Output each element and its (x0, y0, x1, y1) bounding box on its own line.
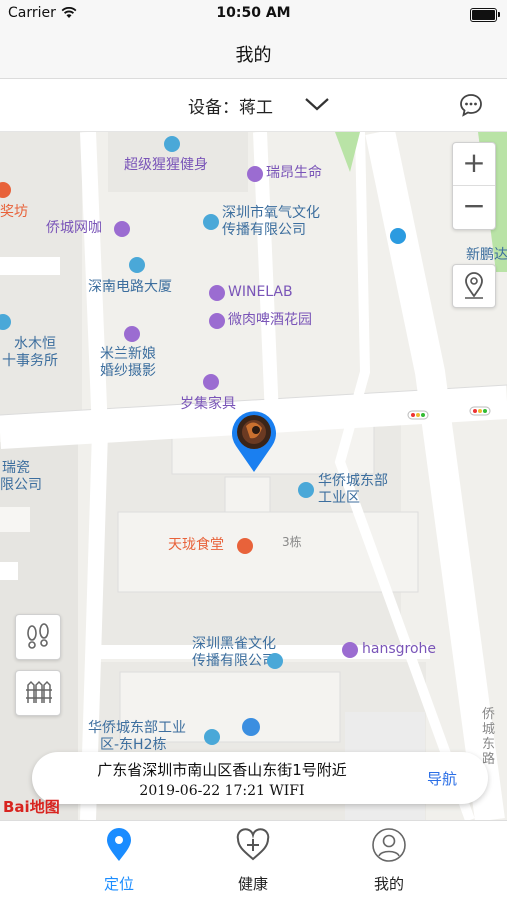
poi-label[interactable]: 奖坊 (0, 204, 28, 221)
location-timestamp: 2019-06-22 17:21 WIFI (139, 783, 305, 799)
locate-button[interactable] (452, 264, 496, 308)
device-selector-bar: 设备：蒋工 (0, 79, 507, 132)
footprints-icon (27, 623, 49, 649)
page-title: 我的 (235, 45, 272, 66)
person-icon (372, 828, 406, 862)
tab-label: 健康 (237, 875, 268, 893)
heart-plus-icon (236, 828, 270, 861)
navigate-button[interactable]: 导航 (427, 768, 457, 789)
poi-label[interactable]: 华侨城东部 (318, 473, 388, 490)
poi-label[interactable]: 米兰新娘 (100, 346, 156, 363)
tab-label: 我的 (373, 875, 404, 893)
map-view[interactable]: 超级猩猩健身 瑞昂生命 侨城网咖 深圳市氧气文化 传播有限公司 深南电路大厦 W… (0, 132, 507, 820)
poi-label[interactable]: hansgrohe (362, 641, 436, 658)
poi-label[interactable]: WINELAB (228, 284, 293, 301)
tab-label: 定位 (103, 875, 134, 893)
poi-label[interactable]: 限公司 (0, 477, 42, 494)
poi-label[interactable]: 超级猩猩健身 (124, 157, 208, 174)
road-label: 侨城东路 (482, 707, 496, 767)
poi-label[interactable]: 华侨城东部工业 (88, 720, 186, 737)
poi-label[interactable]: 传播有限公司 (222, 222, 306, 239)
poi-label[interactable]: 婚纱摄影 (100, 363, 156, 380)
chevron-down-icon[interactable] (304, 96, 330, 112)
poi-label[interactable]: 十事务所 (2, 353, 58, 370)
poi-label[interactable]: 新鹏达 (466, 247, 507, 264)
battery-icon (470, 8, 500, 22)
location-address: 广东省深圳市南山区香山东街1号附近 (97, 761, 347, 779)
poi-label[interactable]: 深圳市氧气文化 (222, 205, 320, 222)
zoom-out-button[interactable]: − (453, 186, 495, 228)
poi-label[interactable]: 侨城网咖 (46, 220, 102, 237)
poi-label[interactable]: 深圳黑雀文化 (192, 636, 276, 653)
footprint-button[interactable] (15, 614, 61, 660)
poi-label: 3栋 (282, 535, 302, 549)
poi-label[interactable]: 微肉啤酒花园 (228, 312, 312, 329)
status-time: 10:50 AM (216, 5, 291, 21)
chat-bubble-icon[interactable] (458, 92, 484, 118)
tab-health[interactable]: 健康 (193, 825, 313, 897)
location-info-card: 广东省深圳市南山区香山东街1号附近 2019-06-22 17:21 WIFI … (32, 752, 488, 804)
poi-label[interactable]: 瑞昂生命 (266, 165, 322, 182)
location-marker-icon (465, 272, 483, 299)
fence-icon (26, 680, 52, 703)
baidu-map-logo: Bai地图 (3, 798, 60, 816)
device-location-pin[interactable] (230, 410, 278, 474)
poi-label[interactable]: 工业区 (318, 490, 360, 507)
location-pin-icon (107, 828, 131, 861)
navigation-bar: 我的 (0, 28, 507, 79)
poi-label[interactable]: 天珑食堂 (168, 537, 224, 554)
poi-label[interactable]: 水木恒 (14, 336, 56, 353)
status-bar: Carrier 10:50 AM (0, 0, 507, 28)
zoom-in-button[interactable]: + (453, 143, 495, 186)
tab-mine[interactable]: 我的 (329, 825, 449, 897)
device-selector[interactable]: 设备：蒋工 (188, 93, 273, 118)
tab-location[interactable]: 定位 (59, 825, 179, 897)
zoom-control: + − (452, 142, 496, 230)
poi-label[interactable]: 岁集家具 (180, 396, 236, 413)
poi-label[interactable]: 瑞瓷 (2, 460, 30, 477)
poi-label[interactable]: 深南电路大厦 (88, 279, 172, 296)
geofence-button[interactable] (15, 670, 61, 716)
tab-bar: 定位 健康 我的 (0, 820, 507, 901)
poi-label[interactable]: 传播有限公司 (192, 653, 276, 670)
